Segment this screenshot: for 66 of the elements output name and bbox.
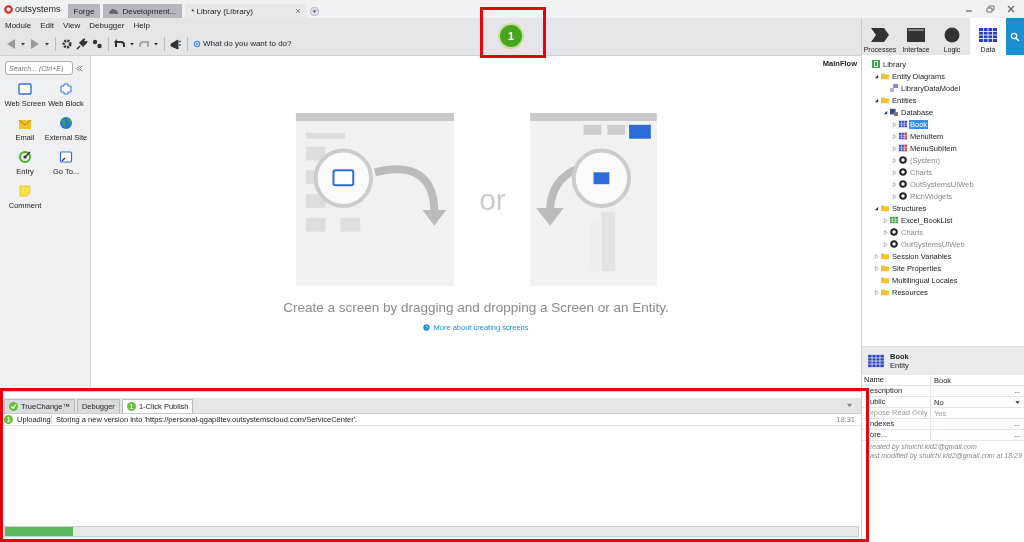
menu-item[interactable]: Module	[5, 20, 32, 30]
folder-icon	[881, 204, 889, 212]
database-icon	[890, 108, 898, 116]
empty-state-message: Create a screen by dragging and dropping a Screen or an Entity.	[283, 300, 669, 315]
caret-icon[interactable]	[20, 40, 26, 47]
collapse-arrow-icon[interactable]	[874, 205, 879, 211]
dropdown-icon[interactable]	[1015, 399, 1020, 405]
check-icon	[9, 402, 18, 411]
folder-icon	[881, 72, 889, 80]
table-icon	[899, 144, 907, 152]
search-field[interactable]: What do you want to do?	[193, 39, 323, 48]
caret-icon[interactable]	[153, 40, 159, 47]
expand-arrow-icon[interactable]	[892, 145, 897, 151]
target-icon	[18, 150, 32, 164]
tab-list-icon[interactable]	[310, 6, 320, 16]
cloud-icon	[109, 8, 120, 14]
grid-icon	[978, 27, 998, 43]
table-icon	[899, 132, 907, 140]
highlight-frame	[480, 7, 546, 58]
plug-icon[interactable]	[76, 37, 88, 50]
undo-icon[interactable]	[114, 37, 126, 50]
menu-item[interactable]: Help	[133, 20, 150, 30]
expand-arrow-icon[interactable]	[874, 289, 879, 295]
search-icon	[1010, 31, 1020, 42]
caret-icon[interactable]	[129, 40, 135, 47]
search-button[interactable]	[1006, 18, 1024, 55]
menu-item[interactable]: Edit	[40, 20, 55, 30]
chevron-icon	[870, 27, 890, 43]
screen-icon	[18, 82, 32, 96]
window-tab[interactable]: Development...	[103, 4, 183, 18]
help-icon	[423, 324, 431, 331]
expand-arrow-icon[interactable]	[874, 253, 879, 259]
brand-name: outsystems	[15, 4, 61, 14]
diagram-icon	[890, 84, 898, 92]
logo-icon	[4, 4, 13, 14]
expand-arrow-icon[interactable]	[883, 217, 888, 223]
module-icon	[872, 60, 880, 68]
folder-icon	[881, 96, 889, 104]
collapse-arrow-icon[interactable]	[874, 73, 879, 79]
grid-icon	[890, 216, 898, 224]
menu-item[interactable]: Debugger	[89, 20, 125, 30]
close-icon[interactable]	[1006, 4, 1016, 14]
grid-icon	[866, 354, 886, 368]
collapse-arrow-icon[interactable]	[883, 109, 888, 115]
window-tab[interactable]: * Library (Library)	[185, 4, 308, 18]
note-icon	[18, 184, 32, 198]
globe-icon	[59, 116, 73, 130]
expand-arrow-icon[interactable]	[892, 133, 897, 139]
megaphone-icon[interactable]	[170, 37, 182, 50]
expand-arrow-icon[interactable]	[874, 265, 879, 271]
close-icon[interactable]	[295, 8, 302, 14]
collapse-arrow-icon[interactable]	[874, 97, 879, 103]
circle-icon	[942, 27, 962, 43]
link-icon	[193, 39, 201, 48]
window-tab[interactable]: Forge	[67, 4, 101, 18]
caret-icon[interactable]	[44, 40, 50, 47]
restore-icon[interactable]	[985, 4, 995, 14]
goto-icon	[59, 150, 73, 164]
nodes-icon[interactable]	[91, 37, 103, 50]
menu-item[interactable]: View	[63, 20, 81, 30]
puzzle-icon	[59, 82, 73, 96]
window-icon	[906, 27, 926, 43]
settings-icon[interactable]	[61, 37, 73, 50]
expand-arrow-icon[interactable]	[892, 121, 897, 127]
collapse-icon[interactable]	[76, 64, 83, 72]
table-icon	[899, 120, 907, 128]
